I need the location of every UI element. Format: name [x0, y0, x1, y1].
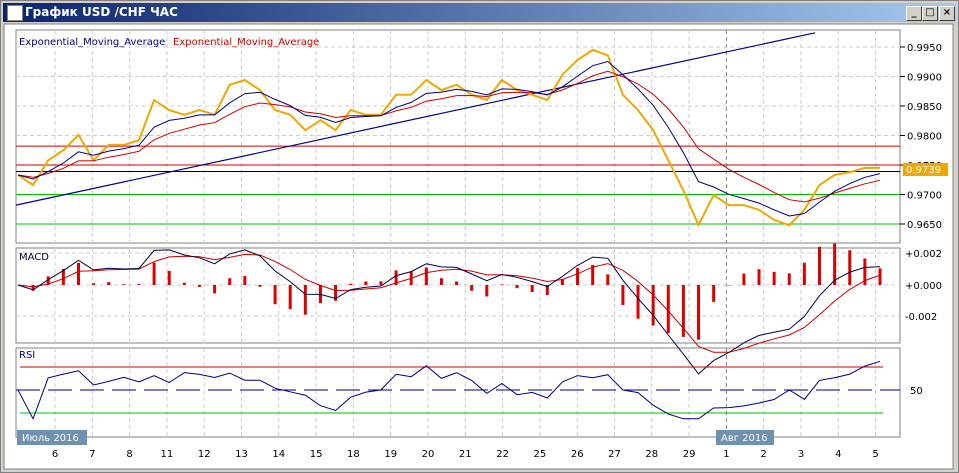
legend-ema-slow: Exponential_Moving_Average: [173, 37, 319, 48]
date-label: 18: [347, 449, 360, 460]
date-label: 11: [161, 449, 174, 460]
date-label: 1: [723, 449, 729, 460]
price-axis-label: 0.9700: [907, 191, 942, 202]
date-label: 12: [198, 449, 211, 460]
date-label: 19: [384, 449, 397, 460]
price-axis-label: 0.9850: [907, 102, 942, 113]
price-panel: [15, 29, 901, 244]
macd-axis-label: -0.002: [905, 312, 937, 323]
month-label-aug: Авг 2016: [721, 433, 768, 444]
date-label: 6: [52, 449, 58, 460]
date-label: 4: [835, 449, 841, 460]
date-label: 3: [798, 449, 804, 460]
price-axis-label: 0.9900: [907, 73, 942, 84]
date-label: 22: [496, 449, 509, 460]
macd-panel: [15, 247, 901, 344]
date-label: 27: [608, 449, 621, 460]
date-label: 26: [571, 449, 584, 460]
date-label: 29: [683, 449, 696, 460]
date-label: 21: [459, 449, 472, 460]
date-label: 2: [761, 449, 767, 460]
month-label-july: Июль 2016: [22, 433, 79, 444]
price-axis-label: 0.9950: [907, 43, 942, 54]
rsi-axis-label: 50: [910, 386, 923, 397]
date-label: 20: [422, 449, 435, 460]
date-label: 15: [310, 449, 323, 460]
date-label: 7: [89, 449, 95, 460]
macd-axis-label: +0.000: [905, 281, 942, 292]
current-price-value: 0.9739: [906, 165, 941, 176]
date-label: 13: [235, 449, 248, 460]
legend-ema-fast: Exponential_Moving_Average: [19, 37, 165, 48]
date-label: 25: [534, 449, 547, 460]
rsi-label: RSI: [19, 350, 35, 361]
date-label: 28: [645, 449, 658, 460]
price-axis-label: 0.9650: [907, 220, 942, 231]
date-label: 5: [872, 449, 878, 460]
price-axis-label: 0.9800: [907, 132, 942, 143]
date-label: 14: [272, 449, 285, 460]
rsi-panel: [15, 347, 901, 438]
macd-label: MACD: [19, 252, 49, 263]
date-label: 8: [126, 449, 132, 460]
chart-canvas[interactable]: 6 7 8 11 12 13 14 15 18 19 20 21 22 25 26 27 28 29 1 2 3 4 50.…: [0, 0, 959, 473]
macd-axis-label: +0.002: [905, 249, 942, 260]
